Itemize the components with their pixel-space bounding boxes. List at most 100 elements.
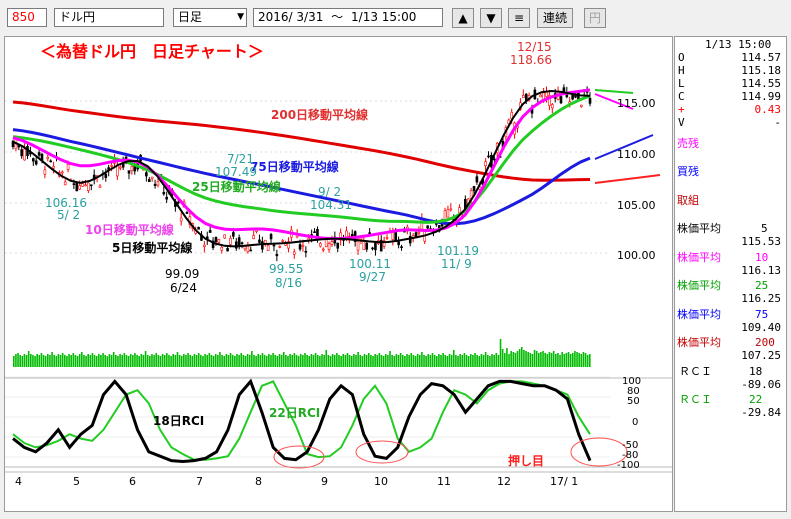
ma-label: 株価平均 (677, 251, 721, 264)
volume-bar (110, 355, 113, 367)
volume-bar (327, 355, 330, 367)
volume-bar (206, 355, 209, 367)
candle-body (522, 95, 525, 98)
candle-body (298, 244, 302, 250)
price-tick: 115.00 (617, 97, 656, 110)
rci-period: 22 (749, 393, 763, 406)
volume-bar (98, 354, 100, 367)
volume-bar (316, 355, 319, 367)
volume-bar (195, 355, 198, 367)
candle-body (385, 237, 389, 239)
candle-body (580, 104, 583, 107)
ma25-label: 25日移動平均線 (192, 179, 281, 194)
volume-bar (119, 354, 121, 367)
x-tick: 17/ 1 (550, 475, 578, 488)
continuous-button[interactable]: 連続 (537, 8, 573, 28)
ohlc-low: 114.55 (741, 77, 781, 90)
volume-bar (19, 355, 21, 367)
candle-body (374, 242, 377, 251)
symbol-name-field[interactable]: ドル円 (54, 8, 164, 27)
volume-bar (74, 355, 77, 367)
volume-bar (489, 356, 491, 367)
volume-bar (293, 353, 296, 367)
volume-bar (53, 355, 55, 367)
volume-bar (382, 356, 385, 367)
scroll-down-button[interactable]: ▼ (480, 8, 502, 28)
volume-bar (274, 355, 277, 367)
chart-svg: ＜為替ドル円 日足チャート＞ 115.00 110.00 105.00 100.… (5, 40, 672, 488)
x-tick: 8 (255, 475, 262, 488)
price-annotation: 100.11 (349, 257, 391, 271)
candle-body (81, 183, 84, 187)
ma-value: 115.53 (741, 235, 781, 248)
volume-bar (478, 356, 481, 367)
x-tick: 9 (321, 475, 328, 488)
volume-bar (49, 355, 51, 367)
volume-bar (159, 356, 162, 367)
volume-bar (127, 356, 130, 367)
candle-body (176, 201, 180, 204)
volume-bar (484, 352, 487, 367)
price-annotation: 99.55 (269, 262, 303, 276)
volume-bar (44, 356, 47, 367)
volume-bar (342, 354, 345, 367)
candle-body (559, 96, 563, 104)
volume-bar (363, 354, 366, 367)
x-tick: 10 (374, 475, 388, 488)
volume-bar (163, 355, 166, 367)
candle-body (330, 241, 334, 245)
volume-bar (346, 353, 349, 367)
candle-body (20, 149, 23, 157)
volume-bar (140, 354, 143, 367)
datetime: 1/13 15:00 (705, 38, 772, 51)
candle-body (84, 184, 87, 187)
volume-bar (189, 355, 192, 367)
volume-bar (27, 351, 30, 367)
yen-button[interactable]: 円 (584, 8, 606, 28)
ohlc-change: 0.43 (754, 103, 782, 116)
date-range-field[interactable]: 2016/ 3/31 ～ 1/13 15:00 (253, 8, 443, 27)
volume-bar (435, 356, 438, 367)
volume-bar (136, 355, 138, 367)
ma-label: 株価平均 (677, 222, 721, 235)
candle-body (319, 243, 322, 247)
menu-button[interactable]: ≡ (508, 8, 530, 28)
ma-period: 75 (755, 308, 769, 321)
menu-icon: ≡ (513, 11, 525, 25)
price-annotation: 104.31 (310, 198, 352, 212)
volume-bar (535, 351, 538, 367)
volume-bar (384, 354, 387, 367)
volume-bar (244, 356, 247, 367)
volume-bar (578, 353, 580, 367)
scroll-up-button[interactable]: ▲ (452, 8, 474, 28)
price-annotation: 107.49 (215, 165, 257, 179)
candle-body (127, 170, 131, 174)
volume-bar (314, 353, 317, 367)
volume-bar (161, 354, 164, 367)
volume-bar (138, 356, 141, 367)
symbol-code-field[interactable]: 850 (7, 8, 47, 27)
period-select[interactable]: 日足 ▼ (173, 8, 247, 27)
candle-body (229, 237, 232, 245)
volume-bar (391, 355, 393, 367)
volume-bar (202, 356, 204, 367)
price-annotation: 101.19 (437, 244, 479, 258)
volume-bar (132, 355, 134, 367)
price-tick: 100.00 (617, 249, 656, 262)
volume-bar (83, 355, 85, 367)
candle-body (336, 242, 340, 249)
candle-body (66, 163, 70, 170)
volume-bar (217, 355, 219, 367)
candle-body (78, 185, 81, 190)
symbol-name: ドル円 (59, 10, 96, 24)
candle-body (321, 248, 325, 251)
volume-bar (527, 352, 529, 367)
ma-period: 200 (755, 336, 775, 349)
price-tick: 105.00 (617, 199, 656, 212)
volume-bar (238, 355, 240, 367)
ma75-label: 75日移動平均線 (250, 159, 339, 174)
candle-body (551, 104, 554, 109)
volume-bar (40, 353, 43, 367)
candle-body (266, 245, 270, 251)
volume-bar (42, 355, 45, 367)
